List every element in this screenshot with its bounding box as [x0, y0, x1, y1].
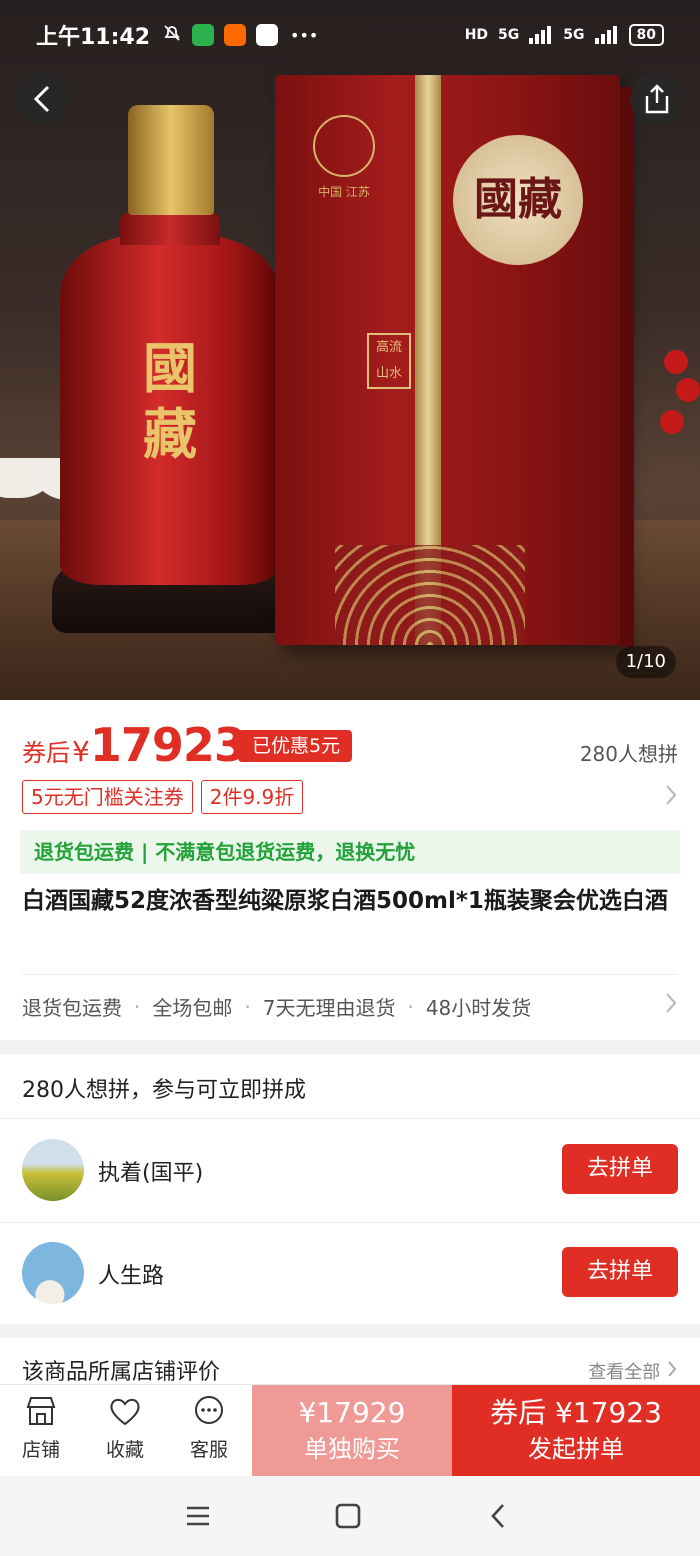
divider	[22, 974, 678, 975]
product-info-card: 券后 ¥ 17923 已优惠5元 280人想拼 5元无门槛关注券 2件9.9折 …	[0, 700, 700, 1040]
back-nav-button[interactable]	[476, 1494, 520, 1538]
hd-icon: HD	[464, 27, 489, 43]
service-item: 退货包运费	[22, 996, 122, 1020]
favorite-label: 收藏	[105, 1439, 144, 1461]
liquor-bottle: 國藏	[52, 105, 288, 633]
want-count: 280人想拼	[579, 742, 678, 766]
group-buy-row[interactable]: 人生路 去拼单	[0, 1222, 700, 1325]
store-label: 店铺	[21, 1439, 60, 1461]
system-navigation-bar	[0, 1476, 700, 1556]
flower-decoration	[664, 350, 688, 374]
chevron-left-icon	[491, 1504, 504, 1528]
return-policy-banner: 退货包运费 | 不满意包退货运费，退换无忧	[20, 830, 680, 874]
bottom-action-bar: 店铺 收藏 客服 ¥17929 单独购买 券后 ¥17923 发起拼单	[0, 1384, 700, 1477]
group-user-name: 执着(国平)	[98, 1161, 204, 1186]
signal-1-icon: 5G	[498, 27, 520, 43]
gift-box-fan-pattern	[335, 545, 525, 645]
emblem-circle	[313, 115, 375, 177]
favorite-button[interactable]: 收藏	[90, 1393, 160, 1462]
store-reviews-section: 该商品所属店铺评价 查看全部	[0, 1338, 700, 1388]
discount-tag: 已优惠5元	[229, 730, 353, 762]
service-separator: ·	[407, 994, 414, 1019]
join-group-button[interactable]: 去拼单	[562, 1247, 678, 1297]
buy-alone-button[interactable]: ¥17929 单独购买	[252, 1385, 452, 1477]
gift-box-side	[620, 87, 634, 647]
product-image-gallery[interactable]: 國藏 中国 江苏 國藏 高流 山水 上午11:42 ••• HD 5G 5G 8…	[0, 0, 700, 700]
flower-decoration	[676, 378, 700, 402]
group-price: 券后 ¥17923	[490, 1396, 662, 1429]
home-button[interactable]	[326, 1494, 370, 1538]
status-time: 上午11:42	[36, 25, 151, 50]
store-icon	[26, 1397, 56, 1425]
heart-icon	[110, 1398, 140, 1426]
menu-icon	[187, 1506, 209, 1526]
gift-box: 中国 江苏 國藏 高流 山水	[275, 75, 634, 647]
status-bar: 上午11:42 ••• HD 5G 5G 80	[0, 0, 700, 70]
customer-service-button[interactable]: 客服	[174, 1393, 244, 1462]
chevron-left-icon	[33, 85, 50, 113]
medallion-text: 國藏	[474, 174, 562, 225]
share-icon	[645, 84, 669, 114]
recent-apps-button[interactable]	[176, 1494, 220, 1538]
signal-bars-icon	[529, 26, 552, 44]
service-item: 7天无理由退货	[262, 996, 396, 1020]
gift-box-seal: 高流 山水	[367, 333, 411, 389]
more-icon: •••	[290, 25, 319, 45]
view-all-label: 查看全部	[588, 1362, 661, 1383]
wechat-icon	[192, 24, 215, 46]
store-reviews-title: 该商品所属店铺评价	[22, 1360, 221, 1385]
customer-service-label: 客服	[189, 1439, 228, 1461]
gift-box-emblem: 中国 江苏	[299, 115, 389, 200]
bottle-cap	[128, 105, 214, 215]
back-button[interactable]	[15, 72, 69, 126]
app-icon	[256, 24, 279, 46]
price-row: 券后 ¥ 17923	[22, 718, 246, 772]
signal-bars-icon	[594, 26, 617, 44]
share-button[interactable]	[630, 72, 684, 126]
group-label: 发起拼单	[528, 1435, 624, 1463]
coupon-tag[interactable]: 5元无门槛关注券	[22, 780, 193, 814]
service-separator: ·	[244, 994, 251, 1019]
bottle-label: 國藏	[143, 336, 197, 466]
group-user-name: 人生路	[98, 1264, 165, 1289]
group-buy-section: 280人想拼，参与可立即拼成 执着(国平) 去拼单 人生路 去拼单	[0, 1054, 700, 1324]
battery-icon: 80	[628, 24, 664, 46]
price-value: 17923	[89, 718, 246, 772]
chat-icon	[195, 1396, 223, 1424]
flower-decoration	[660, 410, 684, 434]
taobao-icon	[224, 24, 247, 46]
group-buy-heading: 280人想拼，参与可立即拼成	[22, 1078, 306, 1103]
chevron-right-icon[interactable]	[664, 992, 678, 1020]
service-separator: ·	[134, 994, 141, 1019]
service-item: 48小时发货	[425, 996, 532, 1020]
price-currency: ¥	[72, 735, 90, 768]
chevron-right-icon[interactable]	[664, 784, 678, 812]
start-group-buy-button[interactable]: 券后 ¥17923 发起拼单	[452, 1385, 700, 1477]
square-icon	[335, 1503, 361, 1529]
view-all-reviews-link[interactable]: 查看全部	[588, 1358, 678, 1384]
status-right: HD 5G 5G 80	[465, 24, 664, 46]
coupon-tag[interactable]: 2件9.9折	[200, 780, 304, 814]
gift-box-medallion: 國藏	[453, 135, 583, 265]
service-row[interactable]: 退货包运费 · 全场包邮 · 7天无理由退货 · 48小时发货	[22, 992, 531, 1021]
mute-icon	[162, 23, 182, 47]
service-item: 全场包邮	[152, 996, 233, 1020]
join-group-button[interactable]: 去拼单	[562, 1144, 678, 1194]
image-page-indicator: 1/10	[615, 646, 676, 678]
chevron-right-icon	[668, 1361, 677, 1377]
store-button[interactable]: 店铺	[6, 1393, 76, 1462]
coupon-row[interactable]: 5元无门槛关注券 2件9.9折	[22, 780, 304, 814]
price-prefix: 券后	[22, 739, 70, 767]
signal-2-icon: 5G	[563, 27, 585, 43]
solo-label: 单独购买	[304, 1435, 400, 1463]
product-title: 白酒国藏52度浓香型纯粱原浆白酒500ml*1瓶装聚会优选白酒	[22, 888, 668, 914]
solo-price: ¥17929	[298, 1396, 406, 1429]
avatar	[22, 1139, 84, 1201]
avatar	[22, 1242, 84, 1304]
group-buy-row[interactable]: 执着(国平) 去拼单	[0, 1119, 700, 1222]
emblem-text: 中国 江苏	[318, 185, 370, 199]
